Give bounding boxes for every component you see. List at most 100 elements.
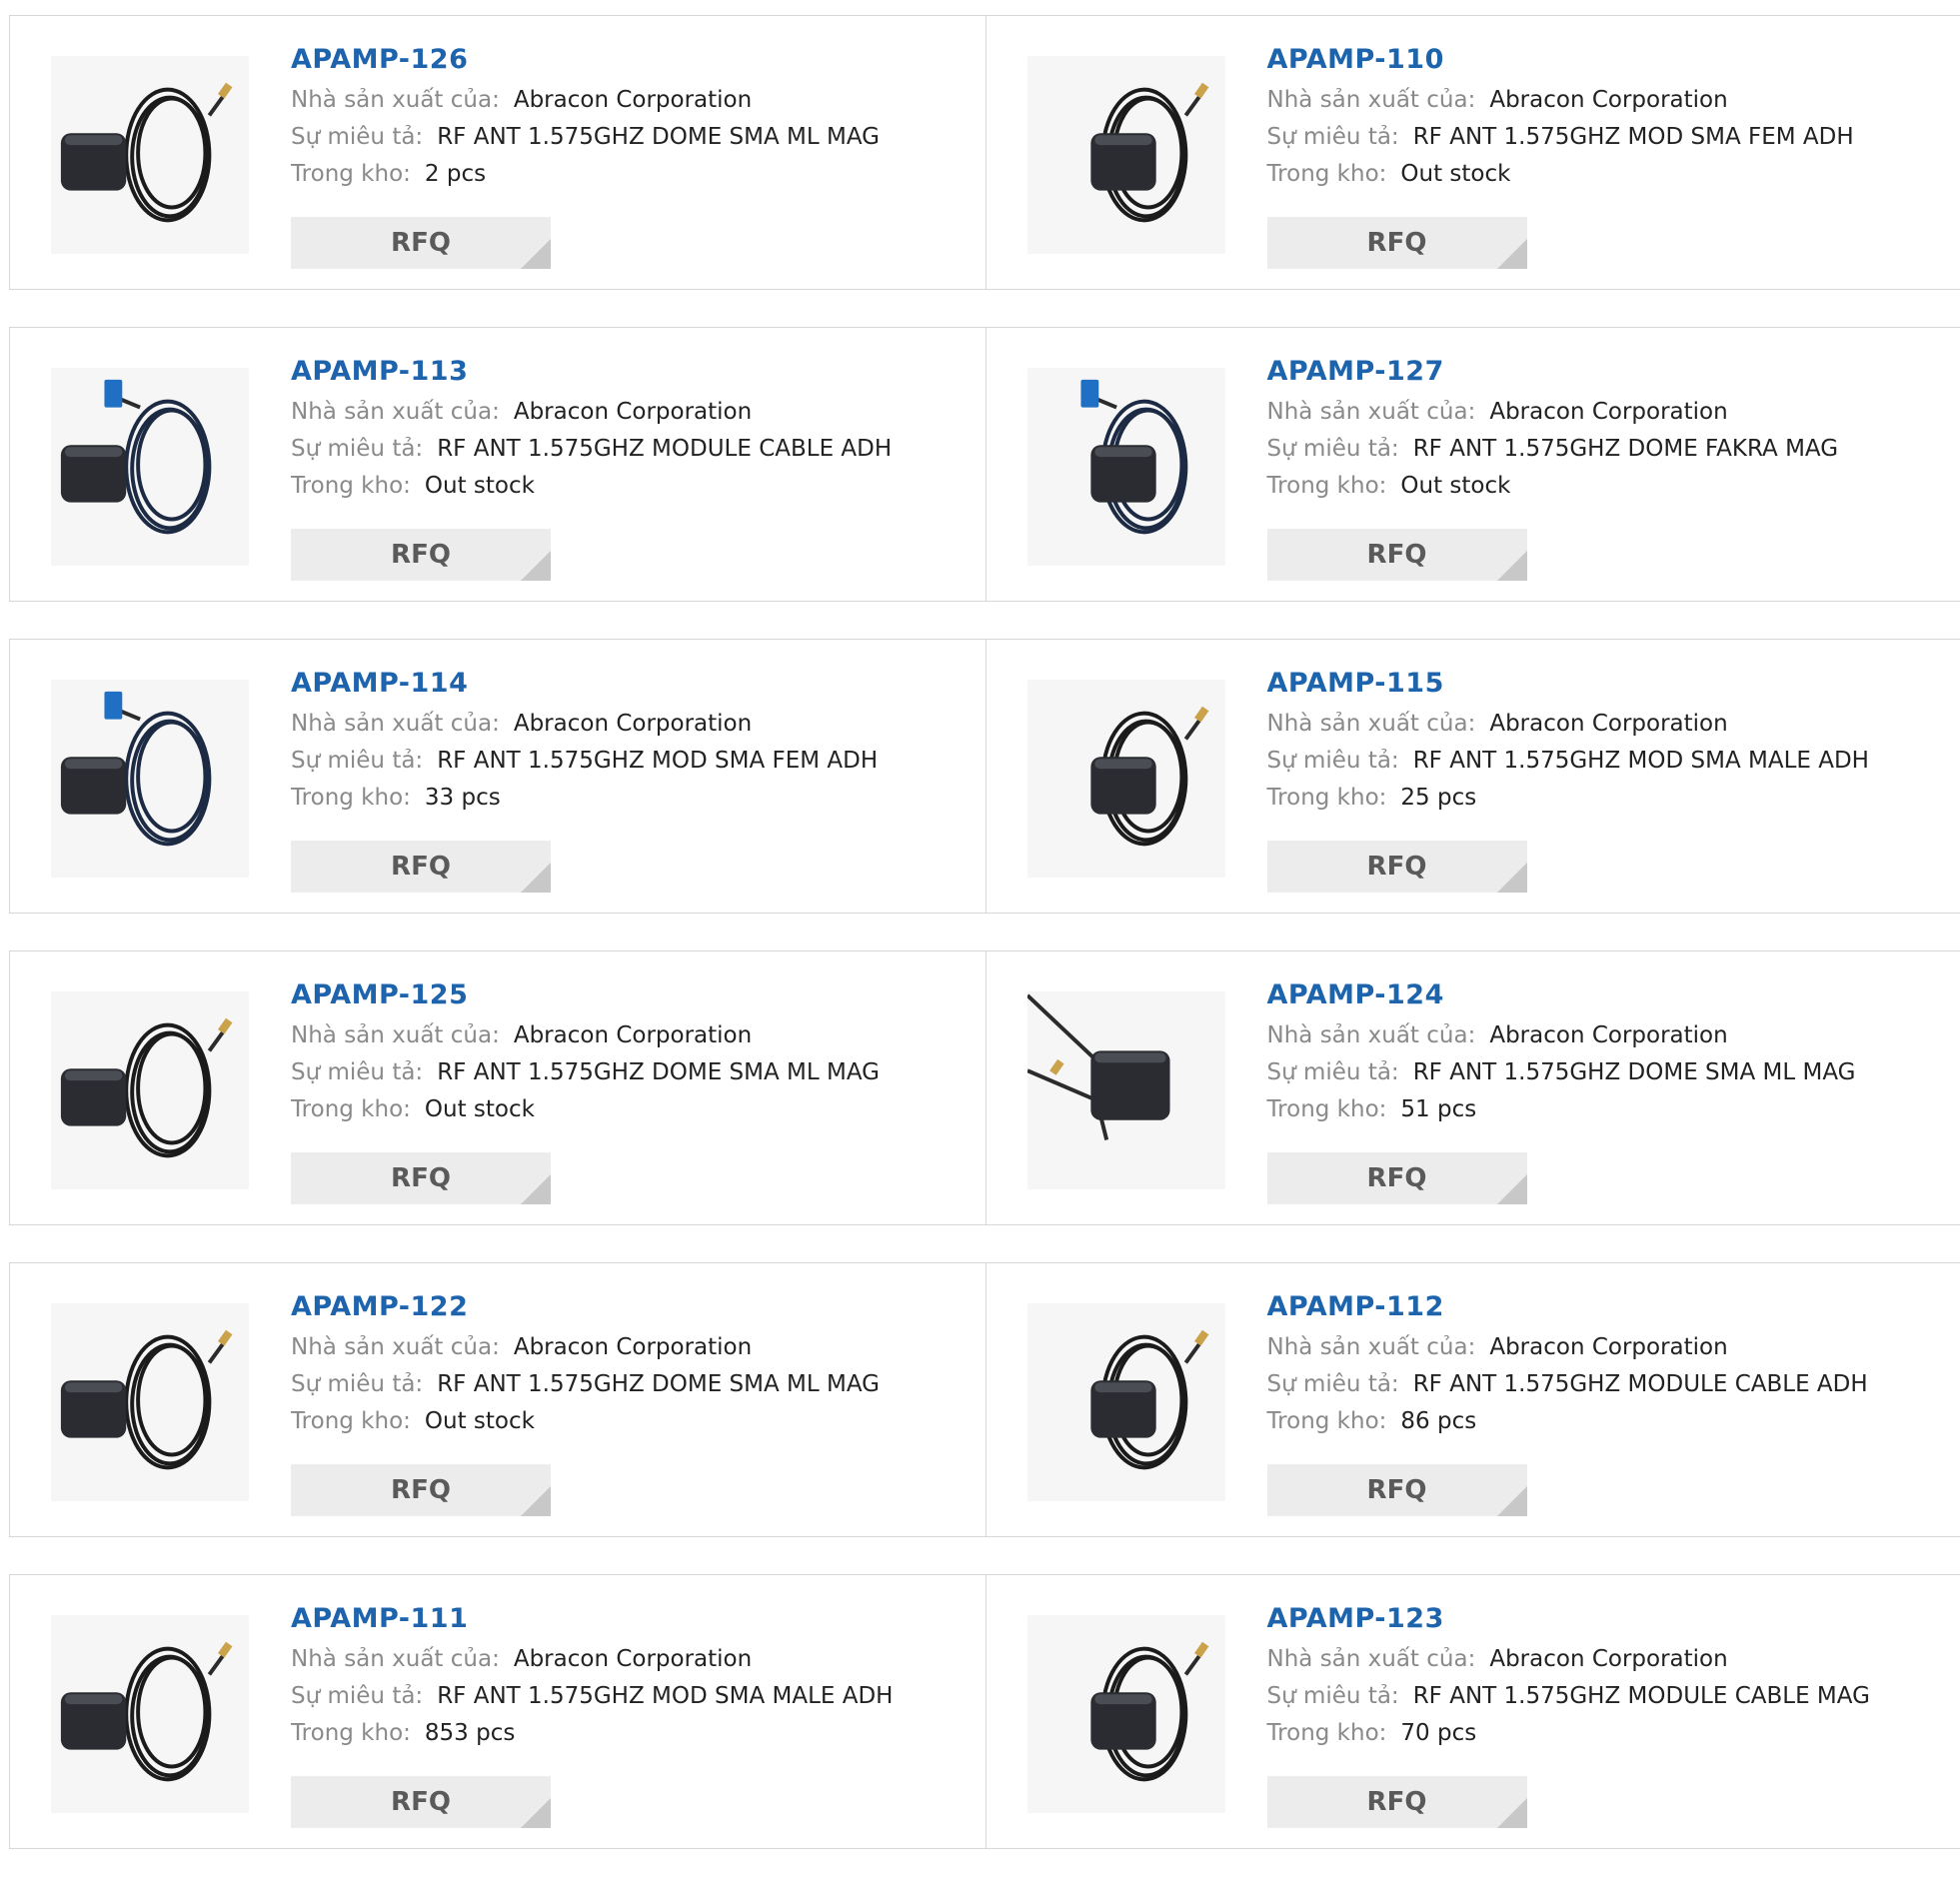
stock-value: Out stock xyxy=(1400,161,1510,187)
manufacturer-label: Nhà sản xuất của: xyxy=(291,1334,500,1360)
part-number-link[interactable]: APAMP-111 xyxy=(291,1602,468,1636)
description-line: Sự miêu tả:RF ANT 1.575GHZ MOD SMA FEM A… xyxy=(291,743,976,780)
rfq-button-label: RFQ xyxy=(391,540,451,570)
part-number-link[interactable]: APAMP-115 xyxy=(1267,667,1444,701)
manufacturer-label: Nhà sản xuất của: xyxy=(1267,1022,1476,1048)
product-info: APAMP-114 Nhà sản xuất của:Abracon Corpo… xyxy=(291,667,976,817)
rfq-button[interactable]: RFQ xyxy=(1267,841,1527,893)
description-line: Sự miêu tả:RF ANT 1.575GHZ DOME SMA ML M… xyxy=(1267,1054,1951,1091)
stock-value: 86 pcs xyxy=(1400,1408,1476,1434)
product-image[interactable] xyxy=(51,1303,249,1501)
part-number-link[interactable]: APAMP-127 xyxy=(1267,355,1444,389)
description-label: Sự miêu tả: xyxy=(1267,1371,1399,1397)
rfq-button[interactable]: RFQ xyxy=(291,841,551,893)
stock-label: Trong kho: xyxy=(291,473,411,499)
product-image[interactable] xyxy=(1027,991,1225,1189)
description-line: Sự miêu tả:RF ANT 1.575GHZ DOME SMA ML M… xyxy=(291,1366,976,1403)
part-number-link[interactable]: APAMP-110 xyxy=(1267,43,1444,77)
rfq-button[interactable]: RFQ xyxy=(291,1776,551,1828)
description-line: Sự miêu tả:RF ANT 1.575GHZ DOME SMA ML M… xyxy=(291,119,976,156)
rfq-button[interactable]: RFQ xyxy=(291,217,551,269)
product-card: APAMP-110 Nhà sản xuất của:Abracon Corpo… xyxy=(985,16,1960,289)
rfq-button[interactable]: RFQ xyxy=(291,529,551,581)
rfq-button[interactable]: RFQ xyxy=(291,1464,551,1516)
part-number-link[interactable]: APAMP-113 xyxy=(291,355,468,389)
part-number-link[interactable]: APAMP-126 xyxy=(291,43,468,77)
manufacturer-value: Abracon Corporation xyxy=(1489,1334,1727,1360)
manufacturer-label: Nhà sản xuất của: xyxy=(291,1022,500,1048)
description-value: RF ANT 1.575GHZ MOD SMA FEM ADH xyxy=(437,748,878,774)
stock-label: Trong kho: xyxy=(1267,785,1387,811)
product-image[interactable] xyxy=(1027,368,1225,566)
product-image[interactable] xyxy=(51,1615,249,1813)
corner-decoration xyxy=(521,863,551,893)
part-number-link[interactable]: APAMP-125 xyxy=(291,978,468,1012)
rfq-button[interactable]: RFQ xyxy=(1267,1152,1527,1204)
product-card: APAMP-124 Nhà sản xuất của:Abracon Corpo… xyxy=(985,951,1960,1224)
part-number-link[interactable]: APAMP-123 xyxy=(1267,1602,1444,1636)
description-value: RF ANT 1.575GHZ DOME SMA ML MAG xyxy=(1413,1059,1856,1085)
part-number-link[interactable]: APAMP-124 xyxy=(1267,978,1444,1012)
stock-label: Trong kho: xyxy=(291,1096,411,1122)
product-info: APAMP-122 Nhà sản xuất của:Abracon Corpo… xyxy=(291,1290,976,1440)
rfq-button[interactable]: RFQ xyxy=(1267,217,1527,269)
product-image[interactable] xyxy=(51,991,249,1189)
product-info: APAMP-123 Nhà sản xuất của:Abracon Corpo… xyxy=(1267,1602,1951,1752)
product-image[interactable] xyxy=(51,368,249,566)
description-label: Sự miêu tả: xyxy=(291,1371,423,1397)
description-line: Sự miêu tả:RF ANT 1.575GHZ DOME SMA ML M… xyxy=(291,1054,976,1091)
product-image[interactable] xyxy=(1027,680,1225,878)
corner-decoration xyxy=(1497,863,1527,893)
rfq-button[interactable]: RFQ xyxy=(1267,1776,1527,1828)
corner-decoration xyxy=(521,239,551,269)
part-number-link[interactable]: APAMP-122 xyxy=(291,1290,468,1324)
gps-antenna-coiled-cable-icon xyxy=(1027,680,1225,878)
product-card: APAMP-125 Nhà sản xuất của: Abracon Corpo… xyxy=(10,951,985,1224)
stock-value: 2 pcs xyxy=(425,161,486,187)
part-number-link[interactable]: APAMP-114 xyxy=(291,667,468,701)
description-value: RF ANT 1.575GHZ DOME SMA ML MAG xyxy=(437,1059,880,1085)
description-line: Sự miêu tả:RF ANT 1.575GHZ MODULE CABLE … xyxy=(1267,1678,1951,1715)
corner-decoration xyxy=(1497,1798,1527,1828)
description-value: RF ANT 1.575GHZ MOD SMA FEM ADH xyxy=(1413,124,1854,150)
rfq-button[interactable]: RFQ xyxy=(291,1152,551,1204)
description-value: RF ANT 1.575GHZ MODULE CABLE MAG xyxy=(1413,1683,1870,1709)
description-label: Sự miêu tả: xyxy=(1267,748,1399,774)
rfq-button[interactable]: RFQ xyxy=(1267,1464,1527,1516)
stock-label: Trong kho: xyxy=(1267,1096,1387,1122)
manufacturer-value: Abracon Corporation xyxy=(514,711,752,737)
stock-label: Trong kho: xyxy=(291,1720,411,1746)
product-row: APAMP-126 Nhà sản xuất của:Abracon Corpo… xyxy=(9,15,1960,290)
product-card: APAMP-123 Nhà sản xuất của:Abracon Corpo… xyxy=(985,1575,1960,1848)
product-image[interactable] xyxy=(51,680,249,878)
stock-line: Trong kho:853 pcs xyxy=(291,1715,976,1752)
rfq-button[interactable]: RFQ xyxy=(1267,529,1527,581)
product-image[interactable] xyxy=(51,56,249,254)
stock-value: Out stock xyxy=(425,1096,535,1122)
stock-value: 70 pcs xyxy=(1400,1720,1476,1746)
stock-value: Out stock xyxy=(1400,473,1510,499)
manufacturer-line: Nhà sản xuất của:Abracon Corporation xyxy=(1267,394,1951,431)
gps-antenna-coiled-cable-icon xyxy=(1027,1615,1225,1813)
rfq-button-label: RFQ xyxy=(1367,228,1427,258)
description-line: Sự miêu tả:RF ANT 1.575GHZ MODULE CABLE … xyxy=(291,431,976,468)
stock-line: Trong kho:Out stock xyxy=(1267,156,1951,193)
description-label: Sự miêu tả: xyxy=(1267,436,1399,462)
product-image[interactable] xyxy=(1027,1615,1225,1813)
product-row: APAMP-122 Nhà sản xuất của: Abracon Corpo… xyxy=(9,1262,1960,1537)
product-card: APAMP-111 Nhà sản xuất của:Abracon Corpo… xyxy=(10,1575,985,1848)
product-card: APAMP-114 Nhà sản xuất của:Abracon Corpo… xyxy=(10,640,985,913)
part-number-link[interactable]: APAMP-112 xyxy=(1267,1290,1444,1324)
rfq-button-label: RFQ xyxy=(391,1787,451,1817)
description-line: Sự miêu tả:RF ANT 1.575GHZ MOD SMA MALE … xyxy=(291,1678,976,1715)
stock-line: Trong kho:51 pcs xyxy=(1267,1091,1951,1128)
stock-line: Trong kho:2 pcs xyxy=(291,156,976,193)
manufacturer-value: Abracon Corporation xyxy=(1489,711,1727,737)
product-image[interactable] xyxy=(1027,1303,1225,1501)
manufacturer-value: Abracon Corporation xyxy=(514,1022,752,1048)
manufacturer-value: Abracon Corporation xyxy=(1489,87,1727,113)
product-image[interactable] xyxy=(1027,56,1225,254)
product-row: APAMP-113 Nhà sản xuất của:Abracon Corpo… xyxy=(9,327,1960,602)
product-info: APAMP-126 Nhà sản xuất của:Abracon Corpo… xyxy=(291,43,976,193)
description-value: RF ANT 1.575GHZ MOD SMA MALE ADH xyxy=(1413,748,1869,774)
